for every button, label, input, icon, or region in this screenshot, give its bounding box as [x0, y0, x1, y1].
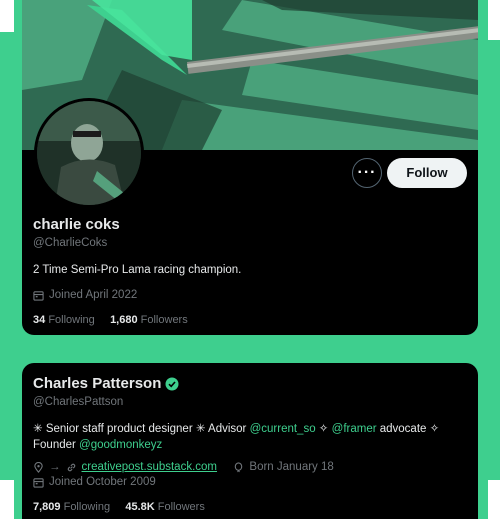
follow-button[interactable]: Follow	[387, 158, 467, 188]
display-name: Charles Patterson	[33, 375, 162, 392]
bio-text: advocate ✧	[376, 423, 440, 435]
following-label: Following	[48, 314, 95, 326]
following-link[interactable]: 34 Following	[33, 314, 95, 326]
location-icon	[34, 461, 43, 473]
bio-text: Founder	[33, 439, 80, 451]
following-label: Following	[63, 501, 111, 513]
corner-cutout	[488, 480, 500, 519]
calendar-icon	[33, 290, 44, 301]
mention-goodmonkeyz[interactable]: @goodmonkeyz	[79, 439, 162, 451]
following-count: 34	[33, 314, 46, 326]
follow-stats: 7,809 Following 45.8K Followers	[33, 501, 205, 513]
followers-link[interactable]: 45.8K Followers	[125, 501, 205, 513]
join-date: Joined October 2009	[33, 476, 156, 488]
display-name-row: Charles Patterson	[33, 375, 179, 392]
birthday-text: Born January 18	[249, 461, 334, 473]
user-handle: @CharlesPattson	[33, 396, 124, 408]
profile-meta: → creativepost.substack.com Born January…	[33, 461, 334, 473]
followers-label: Followers	[157, 501, 205, 513]
mention-current-so[interactable]: @current_so	[250, 423, 316, 435]
corner-cutout	[0, 480, 14, 519]
following-count: 7,809	[33, 501, 61, 513]
bio: ✳ Senior staff product designer ✳ Adviso…	[33, 421, 463, 453]
following-link[interactable]: 7,809 Following	[33, 501, 110, 513]
followers-count: 1,680	[110, 314, 138, 326]
follow-stats: 34 Following 1,680 Followers	[33, 314, 188, 326]
profile-card: ··· Follow charlie coks @CharlieCoks 2 T…	[22, 0, 478, 335]
followers-count: 45.8K	[125, 501, 155, 513]
display-name: charlie coks	[33, 216, 120, 233]
balloon-icon	[235, 461, 243, 472]
avatar[interactable]	[34, 98, 144, 208]
bio-text: ✧	[315, 423, 332, 435]
user-handle: @CharlieCoks	[33, 237, 108, 249]
join-date: Joined April 2022	[33, 289, 137, 301]
location-text: →	[49, 461, 61, 473]
followers-link[interactable]: 1,680 Followers	[110, 314, 188, 326]
link-icon	[67, 463, 75, 471]
bio: 2 Time Semi-Pro Lama racing champion.	[33, 264, 242, 276]
profile-card: Charles Patterson @CharlesPattson ✳ Seni…	[22, 363, 478, 519]
mention-framer[interactable]: @framer	[332, 423, 377, 435]
corner-cutout	[0, 0, 14, 32]
more-options-button[interactable]: ···	[352, 158, 382, 188]
bio-text: ✳ Senior staff product designer ✳ Adviso…	[33, 423, 250, 435]
calendar-icon	[33, 477, 44, 488]
followers-label: Followers	[140, 314, 188, 326]
join-date-text: Joined April 2022	[49, 289, 138, 301]
corner-cutout	[488, 0, 500, 40]
verified-badge-icon	[165, 377, 179, 390]
avatar-image	[37, 101, 141, 205]
join-date-text: Joined October 2009	[49, 476, 156, 488]
website-link[interactable]: creativepost.substack.com	[82, 461, 218, 473]
